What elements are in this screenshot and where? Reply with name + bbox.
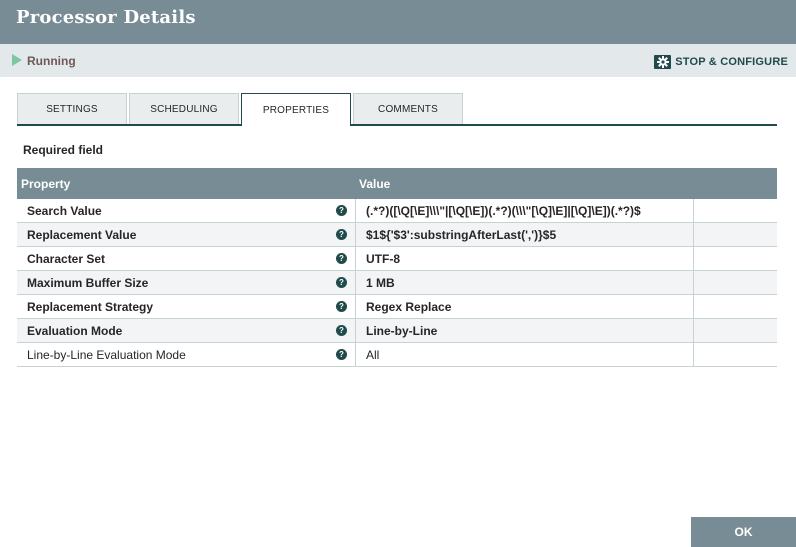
required-field-note: Required field [23,143,104,157]
dialog-header: Processor Details [0,0,796,44]
property-name: Character Set [27,252,106,266]
property-name: Evaluation Mode [27,324,123,338]
table-row: Evaluation Mode ? Line-by-Line [17,319,777,343]
play-icon [12,54,22,66]
question-circle-icon[interactable]: ? [336,349,347,360]
property-name: Search Value [27,204,102,218]
table-row: Maximum Buffer Size ? 1 MB [17,271,777,295]
tab-bar: SETTINGS SCHEDULING PROPERTIES COMMENTS [17,93,777,126]
column-header-property[interactable]: Property [21,177,70,191]
gear-icon [654,55,672,69]
tab-scheduling[interactable]: SCHEDULING [129,93,239,124]
stop-and-configure-label: STOP & CONFIGURE [675,56,788,68]
ok-button[interactable]: OK [691,517,796,547]
table-row: Replacement Strategy ? Regex Replace [17,295,777,319]
tab-comments[interactable]: COMMENTS [353,93,463,124]
question-circle-icon[interactable]: ? [336,301,347,312]
property-name: Line-by-Line Evaluation Mode [27,348,186,362]
property-value[interactable]: UTF-8 [366,252,400,266]
dialog-title: Processor Details [16,7,196,28]
table-row: Line-by-Line Evaluation Mode ? All [17,343,777,367]
tab-settings[interactable]: SETTINGS [17,93,127,124]
property-name: Replacement Value [27,228,137,242]
run-status-label: Running [27,54,76,68]
tab-underline [17,124,777,126]
property-value[interactable]: 1 MB [366,276,395,290]
column-header-value[interactable]: Value [359,177,390,191]
question-circle-icon[interactable]: ? [336,229,347,240]
question-circle-icon[interactable]: ? [336,253,347,264]
property-value[interactable]: Regex Replace [366,300,451,314]
property-name: Maximum Buffer Size [27,276,149,290]
question-circle-icon[interactable]: ? [336,325,347,336]
property-value[interactable]: (.*?)([\Q[\E]\\\"|[\Q[\E])(.*?)(\\\"[\Q]… [366,204,641,218]
properties-table: Property Value Search Value ? (.*?)([\Q[… [17,168,777,367]
table-header: Property Value [17,168,777,199]
property-value[interactable]: All [366,348,379,362]
property-value[interactable]: $1${'$3':substringAfterLast(',')}$5 [366,228,556,242]
table-row: Character Set ? UTF-8 [17,247,777,271]
property-value[interactable]: Line-by-Line [366,324,437,338]
question-circle-icon[interactable]: ? [336,205,347,216]
question-circle-icon[interactable]: ? [336,277,347,288]
tab-properties[interactable]: PROPERTIES [241,93,351,126]
table-row: Replacement Value ? $1${'$3':substringAf… [17,223,777,247]
table-row: Search Value ? (.*?)([\Q[\E]\\\"|[\Q[\E]… [17,199,777,223]
stop-and-configure-button[interactable]: STOP & CONFIGURE [654,54,788,70]
property-name: Replacement Strategy [27,300,154,314]
